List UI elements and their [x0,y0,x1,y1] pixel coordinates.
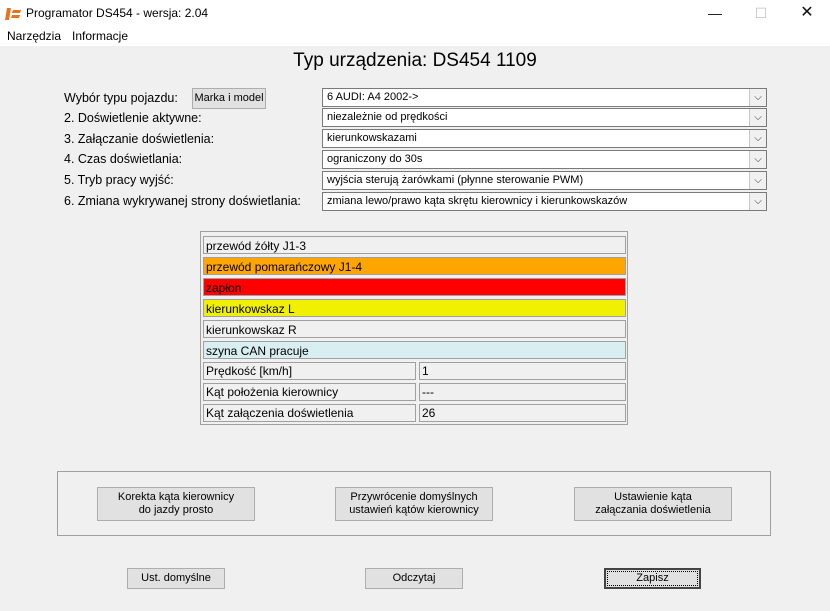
menu-informacje[interactable]: Informacje [72,29,128,43]
active-lighting-value: niezależnie od prędkości [327,111,448,123]
chevron-down-icon[interactable]: ⌵ [749,130,766,147]
close-button[interactable]: ✕ [784,0,830,28]
signal-turn-left: kierunkowskaz L [203,299,626,317]
output-mode-value: wyjścia sterują żarówkami (płynne sterow… [327,174,584,186]
steering-angle-label: Kąt położenia kierownicy [203,383,416,401]
speed-label: Prędkość [km/h] [203,362,416,380]
signal-orange-wire: przewód pomarańczowy J1-4 [203,257,626,275]
vehicle-type-value: 6 AUDI: A4 2002-> [327,91,419,103]
lighting-time-select[interactable]: ograniczony do 30s ⌵ [322,150,767,169]
chevron-down-icon[interactable]: ⌵ [749,109,766,126]
side-detection-label: 6. Zmiana wykrywanej strony doświetlania… [64,194,301,208]
menu-narzedzia[interactable]: Narzędzia [7,29,61,43]
read-button[interactable]: Odczytaj [365,568,463,589]
defaults-button[interactable]: Ust. domyślne [127,568,225,589]
menu-bar: Narzędzia Informacje [0,28,830,46]
save-button[interactable]: Zapisz [604,568,701,589]
app-logo-icon [5,8,21,20]
minimize-button[interactable]: — [692,0,738,28]
active-lighting-select[interactable]: niezależnie od prędkości ⌵ [322,108,767,127]
status-panel: przewód żółty J1-3 przewód pomarańczowy … [200,231,628,425]
window-title: Programator DS454 - wersja: 2.04 [26,6,209,20]
side-detection-value: zmiana lewo/prawo kąta skrętu kierownicy… [327,195,628,207]
lighting-activation-select[interactable]: kierunkowskazami ⌵ [322,129,767,148]
lighting-time-value: ograniczony do 30s [327,153,423,165]
steering-correction-button[interactable]: Korekta kąta kierownicy do jazdy prosto [97,487,255,521]
chevron-down-icon[interactable]: ⌵ [749,151,766,168]
signal-can-bus: szyna CAN pracuje [203,341,626,359]
output-mode-select[interactable]: wyjścia sterują żarówkami (płynne sterow… [322,171,767,190]
activation-angle-value: 26 [419,404,626,422]
output-mode-label: 5. Tryb pracy wyjść: [64,173,174,187]
side-detection-select[interactable]: zmiana lewo/prawo kąta skrętu kierownicy… [322,192,767,211]
make-model-button[interactable]: Marka i model [192,88,266,109]
speed-value: 1 [419,362,626,380]
set-activation-angle-button[interactable]: Ustawienie kąta załączania doświetlenia [574,487,732,521]
signal-yellow-wire: przewód żółty J1-3 [203,236,626,254]
signal-turn-right: kierunkowskaz R [203,320,626,338]
lighting-time-label: 4. Czas doświetlania: [64,152,183,166]
title-bar: Programator DS454 - wersja: 2.04 — ☐ ✕ [0,0,830,28]
vehicle-type-select[interactable]: 6 AUDI: A4 2002-> ⌵ [322,88,767,107]
active-lighting-label: 2. Doświetlenie aktywne: [64,111,202,125]
chevron-down-icon[interactable]: ⌵ [749,89,766,106]
chevron-down-icon[interactable]: ⌵ [749,172,766,189]
lighting-activation-value: kierunkowskazami [327,132,417,144]
maximize-button[interactable]: ☐ [738,0,784,28]
device-type-heading: Typ urządzenia: DS454 1109 [293,50,537,71]
signal-ignition: zapłon [203,278,626,296]
lighting-activation-label: 3. Załączanie doświetlenia: [64,132,215,146]
steering-angle-value: --- [419,383,626,401]
vehicle-type-label: Wybór typu pojazdu: [64,91,178,105]
activation-angle-label: Kąt załączenia doświetlenia [203,404,416,422]
chevron-down-icon[interactable]: ⌵ [749,193,766,210]
restore-default-angles-button[interactable]: Przywrócenie domyślnych ustawień kątów k… [335,487,493,521]
